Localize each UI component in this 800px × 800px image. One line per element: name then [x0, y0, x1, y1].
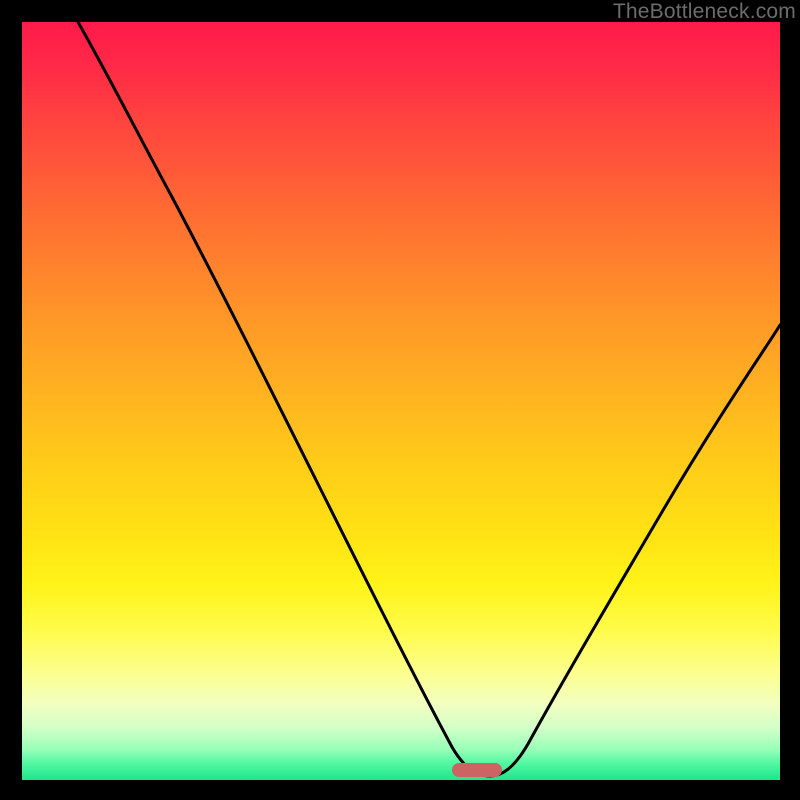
optimal-range-marker — [452, 763, 502, 777]
watermark-text: TheBottleneck.com — [613, 0, 796, 24]
plot-area — [22, 22, 780, 780]
chart-frame: TheBottleneck.com — [0, 0, 800, 800]
bottleneck-curve — [22, 22, 780, 780]
curve-path — [78, 22, 780, 776]
